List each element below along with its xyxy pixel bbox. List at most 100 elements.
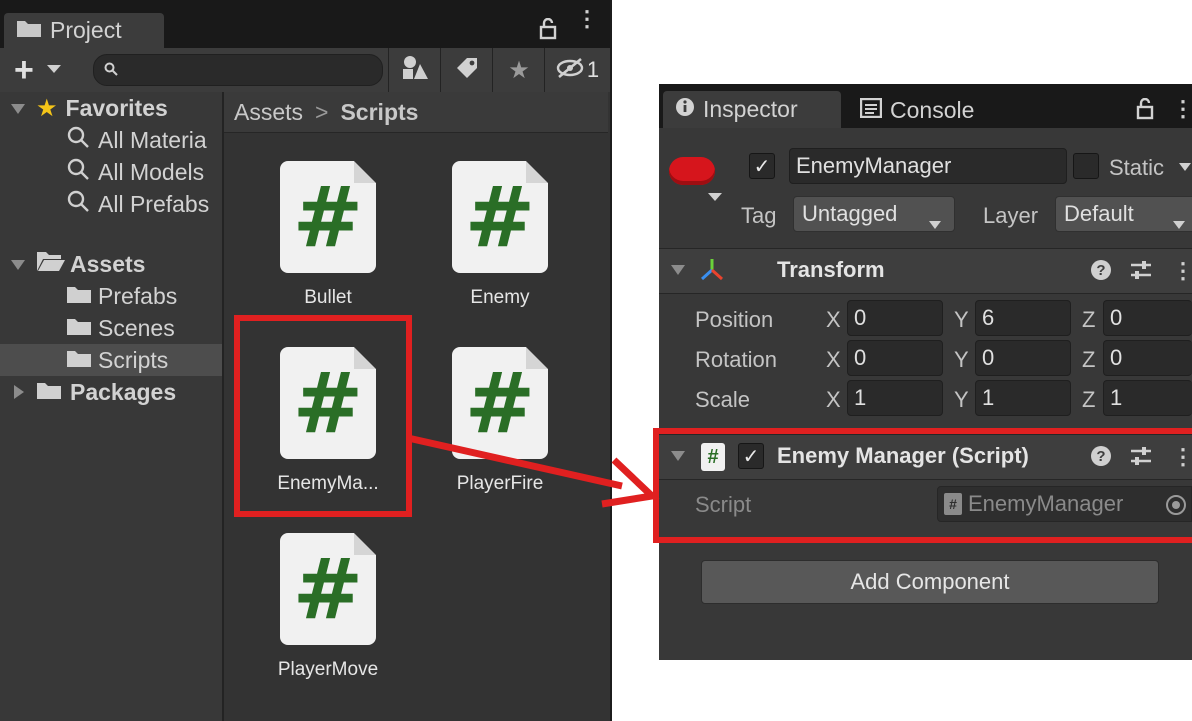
- csharp-script-icon: #: [280, 161, 376, 273]
- static-checkbox[interactable]: [1073, 153, 1099, 179]
- project-tab-label: Project: [50, 17, 122, 43]
- filter-by-type-button[interactable]: [388, 48, 441, 92]
- help-icon[interactable]: ?: [1090, 259, 1112, 286]
- breadcrumb: Assets > Scripts: [224, 92, 608, 133]
- axis-y-label: Y: [954, 307, 969, 332]
- panel-divider: [610, 0, 612, 721]
- breadcrumb-current[interactable]: Scripts: [340, 99, 418, 126]
- top-strip: [0, 0, 612, 8]
- lock-icon[interactable]: [538, 17, 558, 45]
- asset-item-enemy[interactable]: # Enemy: [415, 161, 585, 311]
- tree-item-scripts[interactable]: Scripts: [0, 344, 222, 376]
- scale-label: Scale: [695, 387, 751, 412]
- axis-z-label: Z: [1082, 347, 1096, 372]
- layer-label: Layer: [983, 203, 1039, 228]
- position-y-field[interactable]: 6: [975, 300, 1071, 336]
- folder-icon: [66, 315, 92, 342]
- tree-label: Favorites: [65, 94, 168, 121]
- active-checkbox[interactable]: ✓: [749, 153, 775, 179]
- gameobject-icon[interactable]: [669, 157, 715, 185]
- search-icon: [66, 189, 90, 219]
- static-label: Static: [1109, 155, 1165, 180]
- arrow-annotation: [407, 434, 660, 508]
- position-z-field[interactable]: 0: [1103, 300, 1192, 336]
- tree-item-all-prefabs[interactable]: All Prefabs: [0, 188, 222, 220]
- csharp-script-icon: #: [452, 161, 548, 273]
- tree-label: Packages: [70, 378, 177, 405]
- tree-label: All Prefabs: [98, 190, 210, 217]
- foldout-arrow-icon[interactable]: [10, 95, 26, 122]
- add-button[interactable]: +: [14, 53, 34, 87]
- axis-y-label: Y: [954, 347, 969, 372]
- rotation-label: Rotation: [695, 347, 777, 372]
- axis-x-label: X: [826, 347, 841, 372]
- foldout-arrow-right-icon[interactable]: [12, 379, 26, 406]
- foldout-arrow-icon[interactable]: [670, 263, 686, 282]
- object-name-field[interactable]: EnemyManager: [789, 148, 1067, 184]
- svg-text:?: ?: [1096, 262, 1105, 279]
- shapes-icon: [401, 55, 429, 86]
- folder-icon: [66, 347, 92, 374]
- tree-item-all-models[interactable]: All Models: [0, 156, 222, 188]
- tab-label: Console: [890, 97, 975, 123]
- tree-item-assets[interactable]: Assets: [0, 248, 222, 280]
- axis-z-label: Z: [1082, 307, 1096, 332]
- scale-x-field[interactable]: 1: [847, 380, 943, 416]
- search-icon: [66, 157, 90, 187]
- scale-z-field[interactable]: 1: [1103, 380, 1192, 416]
- chevron-down-icon[interactable]: [707, 190, 723, 208]
- chevron-down-icon[interactable]: [1178, 160, 1192, 178]
- add-component-button[interactable]: Add Component: [701, 560, 1159, 604]
- tree-label: All Materia: [98, 126, 207, 153]
- project-tab[interactable]: Project: [4, 13, 164, 48]
- axis-y-label: Y: [954, 387, 969, 412]
- eye-slash-icon: [555, 57, 585, 84]
- folder-icon: [36, 379, 62, 406]
- asset-item-bullet[interactable]: # Bullet: [243, 161, 413, 311]
- preset-icon[interactable]: [1129, 259, 1153, 286]
- position-label: Position: [695, 307, 774, 332]
- kebab-menu-icon[interactable]: ⋮: [1172, 258, 1192, 284]
- favorites-button[interactable]: ★: [492, 48, 545, 92]
- tag-label: Tag: [741, 203, 777, 228]
- lock-icon[interactable]: [1135, 97, 1155, 125]
- rotation-y-field[interactable]: 0: [975, 340, 1071, 376]
- search-input[interactable]: [93, 54, 383, 86]
- layer-dropdown[interactable]: Default: [1055, 196, 1192, 232]
- tab-console[interactable]: Console: [859, 97, 975, 124]
- kebab-menu-icon[interactable]: ⋮: [576, 8, 598, 30]
- asset-label: Enemy: [470, 287, 530, 308]
- hidden-packages-button[interactable]: 1: [544, 48, 609, 92]
- tree-item-favorites[interactable]: ★ Favorites: [0, 92, 222, 124]
- breadcrumb-root[interactable]: Assets: [234, 99, 303, 126]
- tree-label: All Models: [98, 158, 205, 185]
- chevron-down-icon[interactable]: [46, 62, 62, 80]
- tree-item-scenes[interactable]: Scenes: [0, 312, 222, 344]
- scale-y-field[interactable]: 1: [975, 380, 1071, 416]
- tag-dropdown[interactable]: Untagged: [793, 196, 955, 232]
- foldout-arrow-icon[interactable]: [10, 251, 26, 278]
- transform-header[interactable]: [659, 248, 1192, 294]
- tab-inspector[interactable]: Inspector: [663, 91, 841, 128]
- csharp-script-icon: #: [280, 533, 376, 645]
- rotation-z-field[interactable]: 0: [1103, 340, 1192, 376]
- filter-by-label-button[interactable]: [440, 48, 493, 92]
- highlight-box-component: [653, 428, 1192, 543]
- tree-label: Scenes: [98, 314, 175, 341]
- tree-item-prefabs[interactable]: Prefabs: [0, 280, 222, 312]
- folder-tree: ★ Favorites All Materia All Models All P…: [0, 92, 224, 721]
- tree-label: Prefabs: [98, 282, 178, 309]
- search-icon: [66, 125, 90, 155]
- tree-item-all-materials[interactable]: All Materia: [0, 124, 222, 156]
- search-icon: [104, 62, 118, 81]
- rotation-x-field[interactable]: 0: [847, 340, 943, 376]
- hidden-count: 1: [586, 57, 600, 82]
- asset-item-player-move[interactable]: # PlayerMove: [243, 533, 413, 683]
- axis-x-label: X: [826, 307, 841, 332]
- star-icon: ★: [36, 94, 58, 122]
- chevron-down-icon: [928, 210, 942, 236]
- tree-item-packages[interactable]: Packages: [0, 376, 222, 408]
- kebab-menu-icon[interactable]: ⋮: [1172, 96, 1192, 122]
- console-icon: [859, 97, 883, 124]
- position-x-field[interactable]: 0: [847, 300, 943, 336]
